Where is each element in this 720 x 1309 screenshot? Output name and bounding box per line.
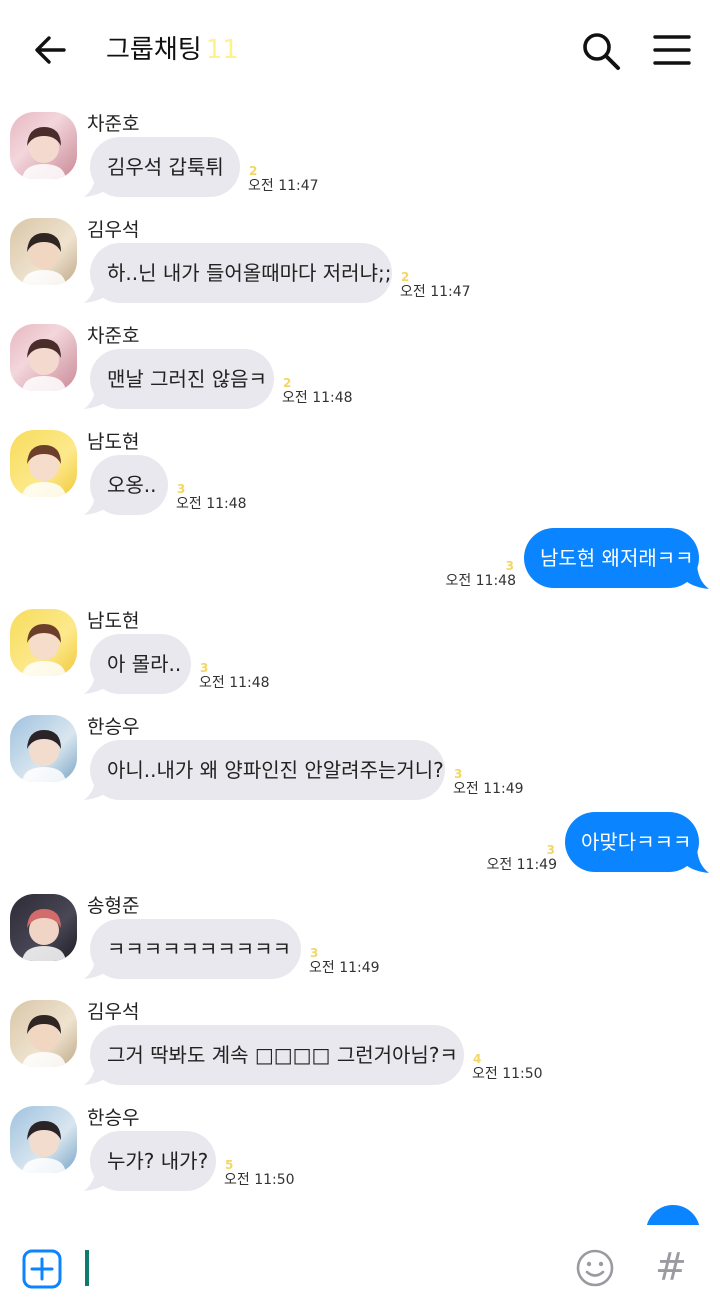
unread-count: 3 bbox=[200, 661, 209, 675]
unread-count: 5 bbox=[225, 1158, 234, 1172]
sender-name: 송형준 bbox=[87, 895, 140, 917]
message-bubble[interactable]: 아맞다ㅋㅋㅋ bbox=[565, 812, 699, 872]
unread-count: 3 bbox=[505, 559, 514, 573]
message-time: 오전 11:48 bbox=[176, 496, 247, 512]
avatar[interactable] bbox=[10, 112, 77, 179]
sender-name: 남도현 bbox=[87, 610, 140, 632]
unread-count: 2 bbox=[283, 376, 292, 390]
sender-name: 김우석 bbox=[87, 219, 140, 241]
message-time: 오전 11:49 bbox=[486, 857, 557, 873]
message-bubble[interactable]: 하..닌 내가 들어올때마다 저러냐;; bbox=[90, 243, 392, 303]
unread-count: 3 bbox=[310, 946, 319, 960]
avatar[interactable] bbox=[10, 324, 77, 391]
plus-square-icon[interactable] bbox=[22, 1249, 62, 1289]
message-meta: 3 오전 11:48 bbox=[199, 662, 270, 692]
message-time: 오전 11:47 bbox=[400, 284, 471, 300]
message-bubble[interactable]: 김우석 갑툭튀 bbox=[90, 137, 240, 197]
message-bubble[interactable]: 누가? 내가? bbox=[90, 1131, 216, 1191]
smiley-icon[interactable] bbox=[575, 1248, 615, 1288]
message-bubble[interactable]: 맨날 그러진 않음ㅋ bbox=[90, 349, 274, 409]
avatar[interactable] bbox=[10, 609, 77, 676]
message-meta: 3 오전 11:48 bbox=[445, 560, 516, 590]
avatar[interactable] bbox=[10, 715, 77, 782]
chat-title-text: 그룹채팅 bbox=[106, 35, 202, 65]
sender-name: 김우석 bbox=[87, 1001, 140, 1023]
sender-name: 한승우 bbox=[87, 1107, 140, 1129]
text-caret bbox=[85, 1250, 89, 1286]
message-meta: 4 오전 11:50 bbox=[472, 1053, 543, 1083]
message-time: 오전 11:48 bbox=[199, 675, 270, 691]
hashtag-button[interactable]: # bbox=[655, 1243, 691, 1291]
message-input-bar: # bbox=[0, 1225, 720, 1309]
message-bubble[interactable]: ㅋㅋㅋㅋㅋㅋㅋㅋㅋㅋ bbox=[90, 919, 301, 979]
message-time: 오전 11:49 bbox=[309, 960, 380, 976]
message-time: 오전 11:48 bbox=[445, 573, 516, 589]
member-count: 11 bbox=[205, 35, 239, 65]
message-bubble[interactable]: 아니..내가 왜 양파인진 안알려주는거니? bbox=[90, 740, 445, 800]
avatar[interactable] bbox=[10, 218, 77, 285]
unread-count: 3 bbox=[454, 767, 463, 781]
back-arrow-icon[interactable] bbox=[30, 30, 70, 70]
sender-name: 한승우 bbox=[87, 716, 140, 738]
message-meta: 3 오전 11:49 bbox=[309, 947, 380, 977]
avatar[interactable] bbox=[10, 1106, 77, 1173]
message-bubble[interactable]: 남도현 왜저래ㅋㅋ bbox=[524, 528, 699, 588]
message-time: 오전 11:48 bbox=[282, 390, 353, 406]
unread-count: 3 bbox=[177, 482, 186, 496]
message-meta: 2 오전 11:47 bbox=[400, 271, 471, 301]
message-meta: 3 오전 11:49 bbox=[453, 768, 524, 798]
message-meta: 2 오전 11:47 bbox=[248, 165, 319, 195]
message-time: 오전 11:49 bbox=[453, 781, 524, 797]
message-bubble[interactable]: 오옹.. bbox=[90, 455, 168, 515]
avatar[interactable] bbox=[10, 894, 77, 961]
sender-name: 남도현 bbox=[87, 431, 140, 453]
hamburger-menu-icon[interactable] bbox=[652, 30, 692, 70]
message-bubble[interactable]: 아 몰라.. bbox=[90, 634, 191, 694]
message-meta: 2 오전 11:48 bbox=[282, 377, 353, 407]
avatar[interactable] bbox=[10, 430, 77, 497]
unread-count: 2 bbox=[249, 164, 258, 178]
message-time: 오전 11:47 bbox=[248, 178, 319, 194]
message-time: 오전 11:50 bbox=[472, 1066, 543, 1082]
unread-count: 3 bbox=[546, 843, 555, 857]
chat-header: 그룹채팅 11 bbox=[0, 0, 720, 100]
sender-name: 차준호 bbox=[87, 113, 140, 135]
message-bubble[interactable]: 그거 딱봐도 계속 □□□□ 그런거아님?ㅋ bbox=[90, 1025, 464, 1085]
unread-count: 4 bbox=[473, 1052, 482, 1066]
message-meta: 5 오전 11:50 bbox=[224, 1159, 295, 1189]
search-icon[interactable] bbox=[580, 30, 622, 72]
message-time: 오전 11:50 bbox=[224, 1172, 295, 1188]
avatar[interactable] bbox=[10, 1000, 77, 1067]
message-meta: 3 오전 11:48 bbox=[176, 483, 247, 513]
unread-count: 2 bbox=[401, 270, 410, 284]
sender-name: 차준호 bbox=[87, 325, 140, 347]
message-input[interactable] bbox=[92, 1243, 552, 1293]
message-meta: 3 오전 11:49 bbox=[486, 844, 557, 874]
chat-title: 그룹채팅 11 bbox=[106, 32, 239, 68]
